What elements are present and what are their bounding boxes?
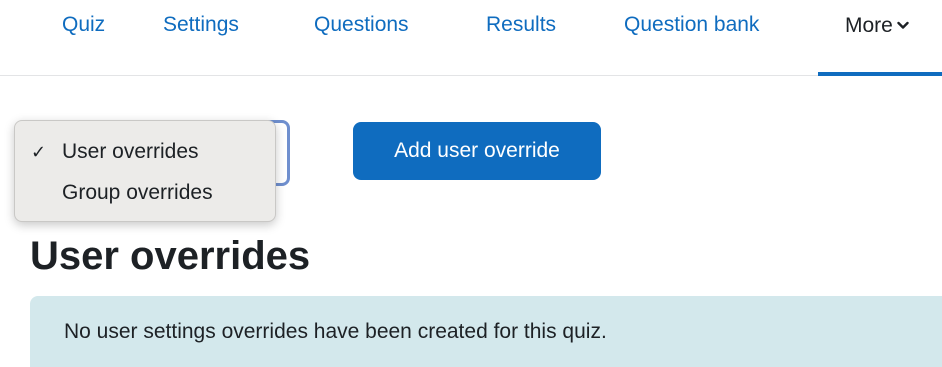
info-alert: No user settings overrides have been cre… [30,296,942,367]
tab-question-bank[interactable]: Question bank [624,10,759,40]
quiz-overrides-page: Quiz Settings Questions Results Question… [0,0,942,367]
page-title: User overrides [30,234,311,278]
chevron-down-icon [897,10,909,40]
tab-results[interactable]: Results [486,10,556,40]
tab-quiz[interactable]: Quiz [62,10,105,40]
checkmark-icon: ✓ [31,142,47,162]
option-label: Group overrides [62,181,213,204]
secondary-navigation: Quiz Settings Questions Results Question… [0,0,942,76]
tab-settings[interactable]: Settings [163,10,239,40]
add-user-override-button[interactable]: Add user override [353,122,601,180]
tab-questions[interactable]: Questions [314,10,409,40]
active-tab-indicator [818,72,942,76]
alert-message: No user settings overrides have been cre… [64,320,607,343]
option-label: User overrides [62,140,199,163]
tab-more-label: More [845,14,893,37]
tab-more[interactable]: More [845,10,909,41]
overrides-select-dropdown: ✓ User overrides Group overrides [14,120,276,222]
